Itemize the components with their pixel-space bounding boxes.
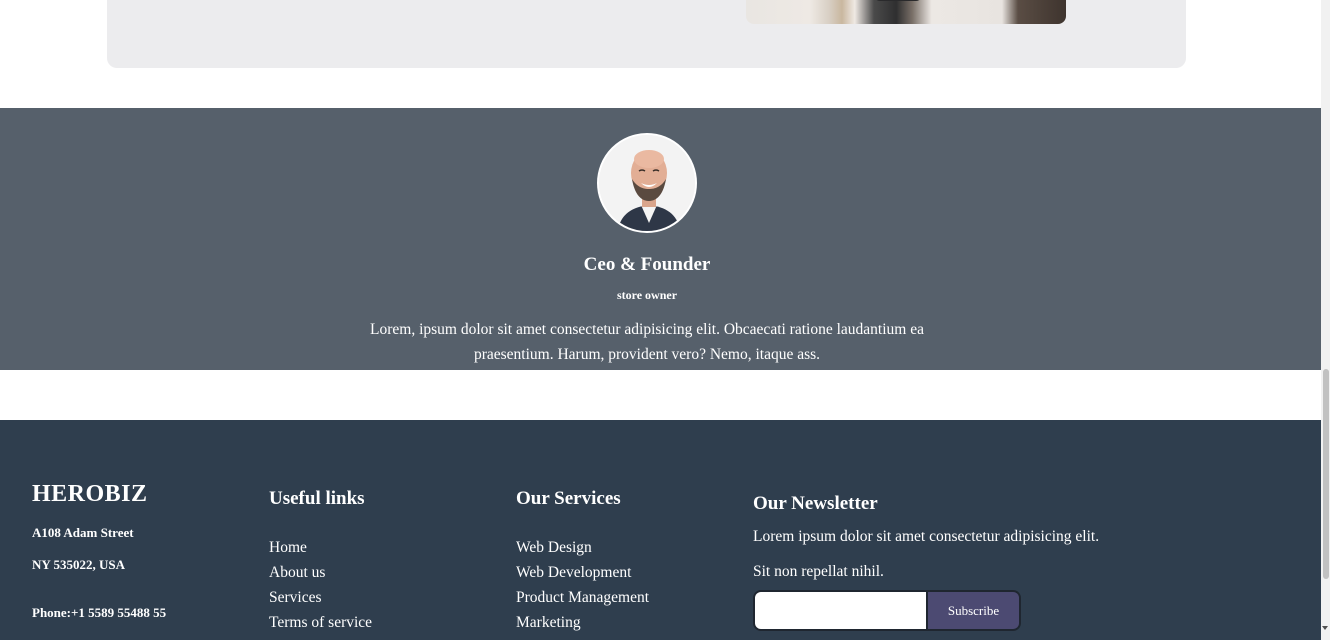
useful-links-title: Useful links — [269, 488, 365, 509]
about-image — [746, 0, 1066, 24]
section-spacer — [0, 370, 1321, 420]
address-line-2: NY 535022, USA — [32, 557, 126, 572]
services-list: Web Design Web Development Product Manag… — [516, 535, 649, 635]
about-section — [0, 0, 1321, 108]
useful-links-list: Home About us Services Terms of service — [269, 535, 372, 635]
page-scrollbar[interactable] — [1321, 0, 1330, 640]
newsletter-email-input[interactable] — [755, 592, 926, 629]
footer-link-about-us[interactable]: About us — [269, 560, 372, 585]
testimonial-section: Ceo & Founder store owner Lorem, ipsum d… — [0, 108, 1321, 370]
testimonial-quote: Lorem, ipsum dolor sit amet consectetur … — [370, 321, 924, 363]
newsletter-text-1: Lorem ipsum dolor sit amet consectetur a… — [753, 528, 1100, 545]
newsletter-form: Subscribe — [753, 590, 1021, 631]
phone-graphic — [874, 0, 922, 1]
footer-link-web-design[interactable]: Web Design — [516, 535, 649, 560]
newsletter-text-2: Sit non repellat nihil. — [753, 563, 884, 580]
footer-link-terms-of-service[interactable]: Terms of service — [269, 610, 372, 635]
newsletter-title: Our Newsletter — [753, 493, 878, 514]
testimonial-role: store owner — [616, 288, 678, 302]
founder-photo — [599, 135, 695, 231]
footer-link-product-management[interactable]: Product Management — [516, 585, 649, 610]
footer-brand-logo[interactable]: HEROBIZ — [32, 481, 148, 508]
avatar — [597, 133, 697, 233]
scrollbar-thumb[interactable] — [1323, 369, 1329, 579]
our-services-title: Our Services — [516, 488, 621, 509]
footer-link-home[interactable]: Home — [269, 535, 372, 560]
testimonial-title: Ceo & Founder — [583, 254, 711, 275]
address-line-1: A108 Adam Street — [32, 525, 134, 540]
footer: HEROBIZ A108 Adam Street NY 535022, USA … — [0, 420, 1321, 640]
phone-number: Phone:+1 5589 55488 55 — [32, 605, 167, 620]
subscribe-button[interactable]: Subscribe — [926, 592, 1019, 629]
footer-link-marketing[interactable]: Marketing — [516, 610, 649, 635]
scroll-down-arrow-icon[interactable] — [1322, 626, 1328, 630]
footer-link-services[interactable]: Services — [269, 585, 372, 610]
footer-link-web-development[interactable]: Web Development — [516, 560, 649, 585]
